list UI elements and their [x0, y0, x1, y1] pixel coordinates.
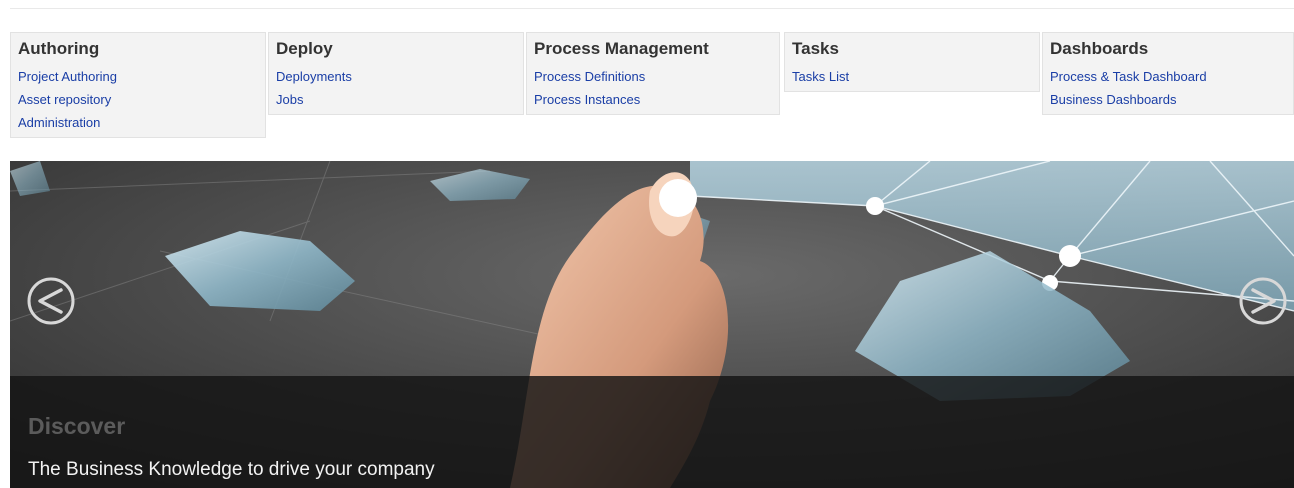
- menu-heading-authoring: Authoring: [18, 39, 100, 58]
- menu-column-tasks: Tasks Tasks List: [784, 32, 1040, 92]
- menu-link-process-instances[interactable]: Process Instances: [534, 88, 772, 111]
- menu-column-process-management: Process Management Process Definitions P…: [526, 32, 780, 115]
- menu-link-tasks-list[interactable]: Tasks List: [792, 65, 1032, 88]
- menu-link-project-authoring[interactable]: Project Authoring: [18, 65, 258, 88]
- carousel-caption: Discover The Business Knowledge to drive…: [10, 376, 1294, 488]
- carousel-prev-button[interactable]: [26, 276, 76, 326]
- menu-link-jobs[interactable]: Jobs: [276, 88, 516, 111]
- menu-column-authoring: Authoring Project Authoring Asset reposi…: [10, 32, 266, 138]
- menu-heading-process-management: Process Management: [534, 39, 709, 58]
- menu-column-dashboards: Dashboards Process & Task Dashboard Busi…: [1042, 32, 1294, 115]
- menu-heading-tasks: Tasks: [792, 39, 839, 58]
- menu-link-business-dashboards[interactable]: Business Dashboards: [1050, 88, 1286, 111]
- menu-heading-dashboards: Dashboards: [1050, 39, 1149, 58]
- carousel-subtitle: The Business Knowledge to drive your com…: [28, 459, 435, 480]
- menu-column-deploy: Deploy Deployments Jobs: [268, 32, 524, 115]
- menu-link-process-task-dashboard[interactable]: Process & Task Dashboard: [1050, 65, 1286, 88]
- carousel-next-button[interactable]: [1238, 276, 1288, 326]
- menu-link-administration[interactable]: Administration: [18, 111, 258, 134]
- menu-heading-deploy: Deploy: [276, 39, 333, 58]
- top-divider: [10, 8, 1294, 9]
- menu-link-asset-repository[interactable]: Asset repository: [18, 88, 258, 111]
- menu-link-deployments[interactable]: Deployments: [276, 65, 516, 88]
- carousel-title: Discover: [28, 413, 126, 439]
- menu-link-process-definitions[interactable]: Process Definitions: [534, 65, 772, 88]
- chevron-right-circle-icon: [1239, 277, 1287, 325]
- main-menu: Authoring Project Authoring Asset reposi…: [10, 32, 1294, 142]
- chevron-left-circle-icon: [27, 277, 75, 325]
- carousel: Discover The Business Knowledge to drive…: [10, 161, 1294, 488]
